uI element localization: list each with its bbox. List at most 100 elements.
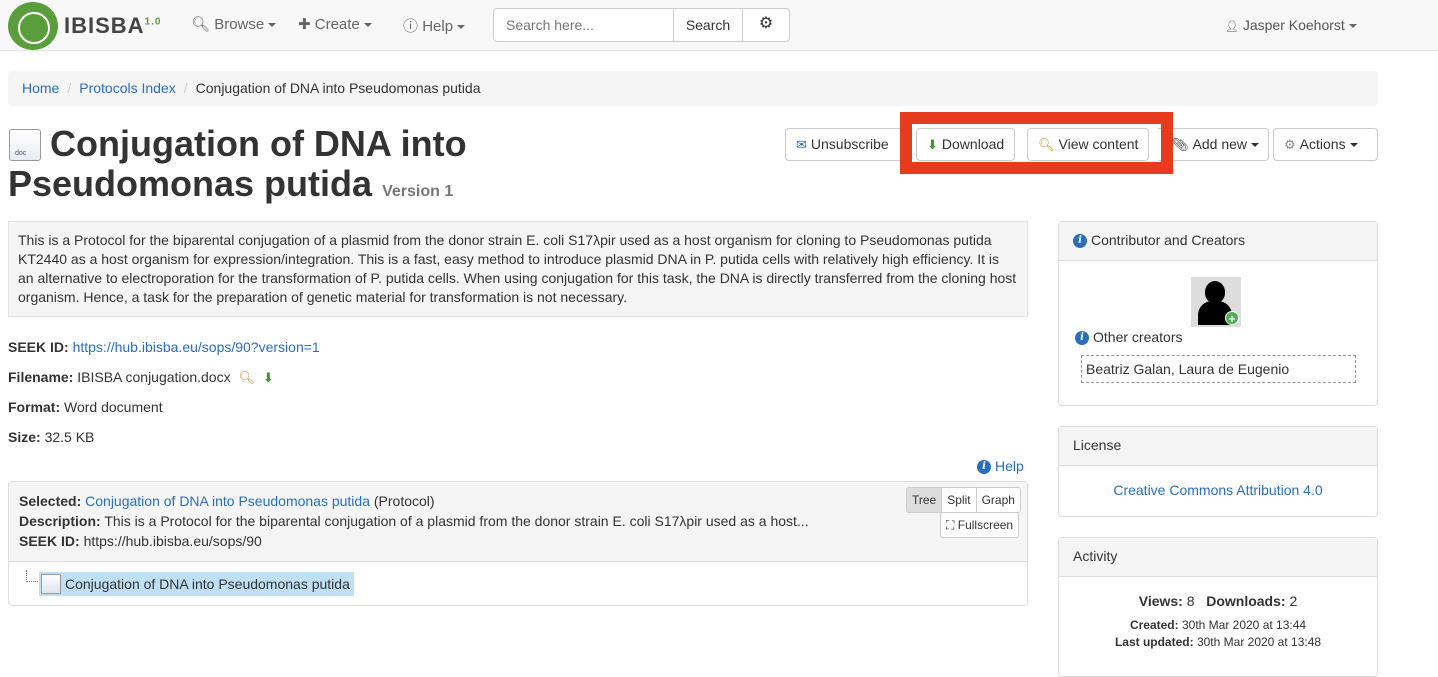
ibisba-logo[interactable]: IBISBA1.0 — [8, 2, 161, 50]
size-label: Size: — [8, 429, 41, 445]
selected-item-link[interactable]: Conjugation of DNA into Pseudomonas puti… — [85, 493, 370, 509]
info-icon: ⓘ — [403, 18, 419, 35]
search-icon: 🔍︎ — [191, 16, 211, 33]
breadcrumb-protocols-index[interactable]: Protocols Index — [79, 80, 176, 96]
seek-id-link[interactable]: https://hub.ibisba.eu/sops/90?version=1 — [73, 339, 320, 355]
envelope-icon: ✉ — [796, 137, 807, 152]
activity-panel: Activity Views: 8 Downloads: 2 Created: … — [1058, 537, 1378, 677]
caret-down-icon — [363, 23, 372, 28]
license-heading: License — [1059, 427, 1377, 466]
activity-stats: Views: 8 Downloads: 2 — [1059, 593, 1377, 609]
actions-button[interactable]: ⚙ Actions — [1273, 128, 1378, 161]
tree-connector-line — [26, 570, 38, 582]
other-creators-list: Beatriz Galan, Laura de Eugenio — [1081, 355, 1356, 383]
search-button[interactable]: Search — [673, 8, 743, 42]
search-input[interactable] — [493, 8, 674, 42]
logo-version: 1.0 — [144, 16, 162, 28]
tree-view-panel: Selected: Conjugation of DNA into Pseudo… — [8, 481, 1028, 606]
create-menu-label: Create — [314, 16, 360, 33]
description-value: This is a Protocol for the biparental co… — [104, 513, 809, 529]
selected-row: Selected: Conjugation of DNA into Pseudo… — [19, 491, 1017, 511]
downloads-label: Downloads: — [1206, 593, 1286, 609]
selected-item-type: (Protocol) — [373, 493, 435, 509]
highlight-annotation-box — [900, 112, 1173, 174]
created-label: Created: — [1129, 618, 1179, 632]
downloads-count: 2 — [1289, 593, 1298, 609]
other-creators-label: Other creators — [1093, 329, 1183, 345]
browse-menu-label: Browse — [214, 16, 265, 33]
download-file-arrow-icon[interactable]: ⬇ — [263, 370, 274, 386]
format-label: Format: — [8, 399, 61, 415]
tree-node-label: Conjugation of DNA into Pseudomonas puti… — [65, 576, 350, 592]
views-count: 8 — [1186, 593, 1195, 609]
caret-down-icon — [1348, 24, 1357, 29]
created-value: 30th Mar 2020 at 13:44 — [1181, 618, 1307, 632]
tree-seek-id-value: https://hub.ibisba.eu/sops/90 — [83, 533, 262, 549]
graph-view-button[interactable]: Graph — [976, 487, 1021, 513]
avatar[interactable]: + — [1191, 277, 1241, 327]
plus-icon: ✚ — [298, 16, 311, 33]
unsubscribe-label: Unsubscribe — [810, 136, 889, 152]
license-link[interactable]: Creative Commons Attribution 4.0 — [1113, 482, 1322, 498]
description-label: Description: — [19, 513, 101, 529]
contributors-heading-label: Contributor and Creators — [1091, 232, 1246, 248]
caret-down-icon — [1251, 143, 1259, 148]
size-value: 32.5 KB — [44, 429, 95, 445]
help-link[interactable]: i Help — [977, 458, 1024, 475]
info-icon: i — [1073, 234, 1087, 249]
split-view-button[interactable]: Split — [942, 487, 977, 513]
add-new-button[interactable]: 📎︎ Add new — [1158, 128, 1269, 161]
protocol-description: This is a Protocol for the biparental co… — [8, 221, 1028, 317]
logo-text: IBISBA — [64, 13, 145, 38]
size-row: Size: 32.5 KB — [8, 429, 94, 445]
gear-icon: ⚙ — [1284, 137, 1296, 152]
format-value: Word document — [64, 399, 163, 415]
user-name: Jasper Koehorst — [1242, 17, 1345, 33]
paperclip-icon: 📎︎ — [1172, 137, 1189, 152]
breadcrumb-home[interactable]: Home — [22, 80, 59, 96]
tree-view-button[interactable]: Tree — [906, 487, 943, 513]
help-menu[interactable]: ⓘ Help — [403, 15, 466, 36]
create-menu[interactable]: ✚ Create — [298, 15, 372, 33]
help-menu-label: Help — [422, 18, 454, 35]
tree-seek-id-row: SEEK ID: https://hub.ibisba.eu/sops/90 — [19, 531, 1017, 551]
fullscreen-label: Fullscreen — [957, 518, 1014, 532]
activity-dates: Created: 30th Mar 2020 at 13:44 Last upd… — [1059, 617, 1377, 651]
page-title: Conjugation of DNA into Pseudomonas puti… — [8, 124, 488, 212]
fullscreen-icon: ⛶ — [946, 518, 955, 532]
user-menu[interactable]: 👤︎ Jasper Koehorst — [1225, 17, 1357, 33]
unsubscribe-button[interactable]: ✉ Unsubscribe — [785, 128, 900, 161]
seek-id-row: SEEK ID: https://hub.ibisba.eu/sops/90?v… — [8, 339, 320, 355]
browse-menu[interactable]: 🔍︎ Browse — [191, 15, 277, 33]
view-mode-toggle: Tree Split Graph — [906, 487, 1021, 513]
description-row: Description: This is a Protocol for the … — [19, 511, 1017, 531]
other-creators-heading: i Other creators — [1075, 329, 1183, 346]
contributors-heading: i Contributor and Creators — [1059, 222, 1377, 261]
info-icon: i — [977, 460, 991, 475]
add-new-label: Add new — [1192, 136, 1247, 152]
filename-value: IBISBA conjugation.docx — [77, 369, 231, 385]
tree-seek-id-label: SEEK ID: — [19, 533, 80, 549]
caret-down-icon — [457, 25, 466, 30]
view-file-magnifier-icon[interactable]: 🔍︎ — [238, 370, 255, 386]
search-settings-button[interactable]: ⚙ — [742, 8, 790, 42]
actions-label: Actions — [1299, 136, 1346, 152]
breadcrumb-current: Conjugation of DNA into Pseudomonas puti… — [195, 80, 481, 96]
contributors-panel: i Contributor and Creators + i Other creat… — [1058, 221, 1378, 406]
version-label: Version 1 — [382, 183, 454, 200]
selected-label: Selected: — [19, 493, 82, 509]
caret-down-icon — [268, 23, 277, 28]
views-label: Views: — [1138, 593, 1183, 609]
tree-node[interactable]: Conjugation of DNA into Pseudomonas puti… — [39, 572, 354, 596]
activity-heading: Activity — [1059, 538, 1377, 577]
gear-icon: ⚙ — [758, 15, 774, 32]
info-icon: i — [1075, 331, 1089, 346]
caret-down-icon — [1349, 143, 1358, 148]
breadcrumb: Home / Protocols Index / Conjugation of DNA … — [8, 71, 1378, 106]
top-navbar: IBISBA1.0 🔍︎ Browse ✚ Create ⓘ Help Sear… — [0, 0, 1438, 51]
document-icon — [41, 574, 61, 594]
updated-label: Last updated: — [1114, 635, 1194, 649]
fullscreen-button[interactable]: ⛶ Fullscreen — [940, 512, 1020, 538]
filename-row: Filename: IBISBA conjugation.docx 🔍︎ ⬇ — [8, 369, 274, 386]
filename-label: Filename: — [8, 369, 74, 385]
